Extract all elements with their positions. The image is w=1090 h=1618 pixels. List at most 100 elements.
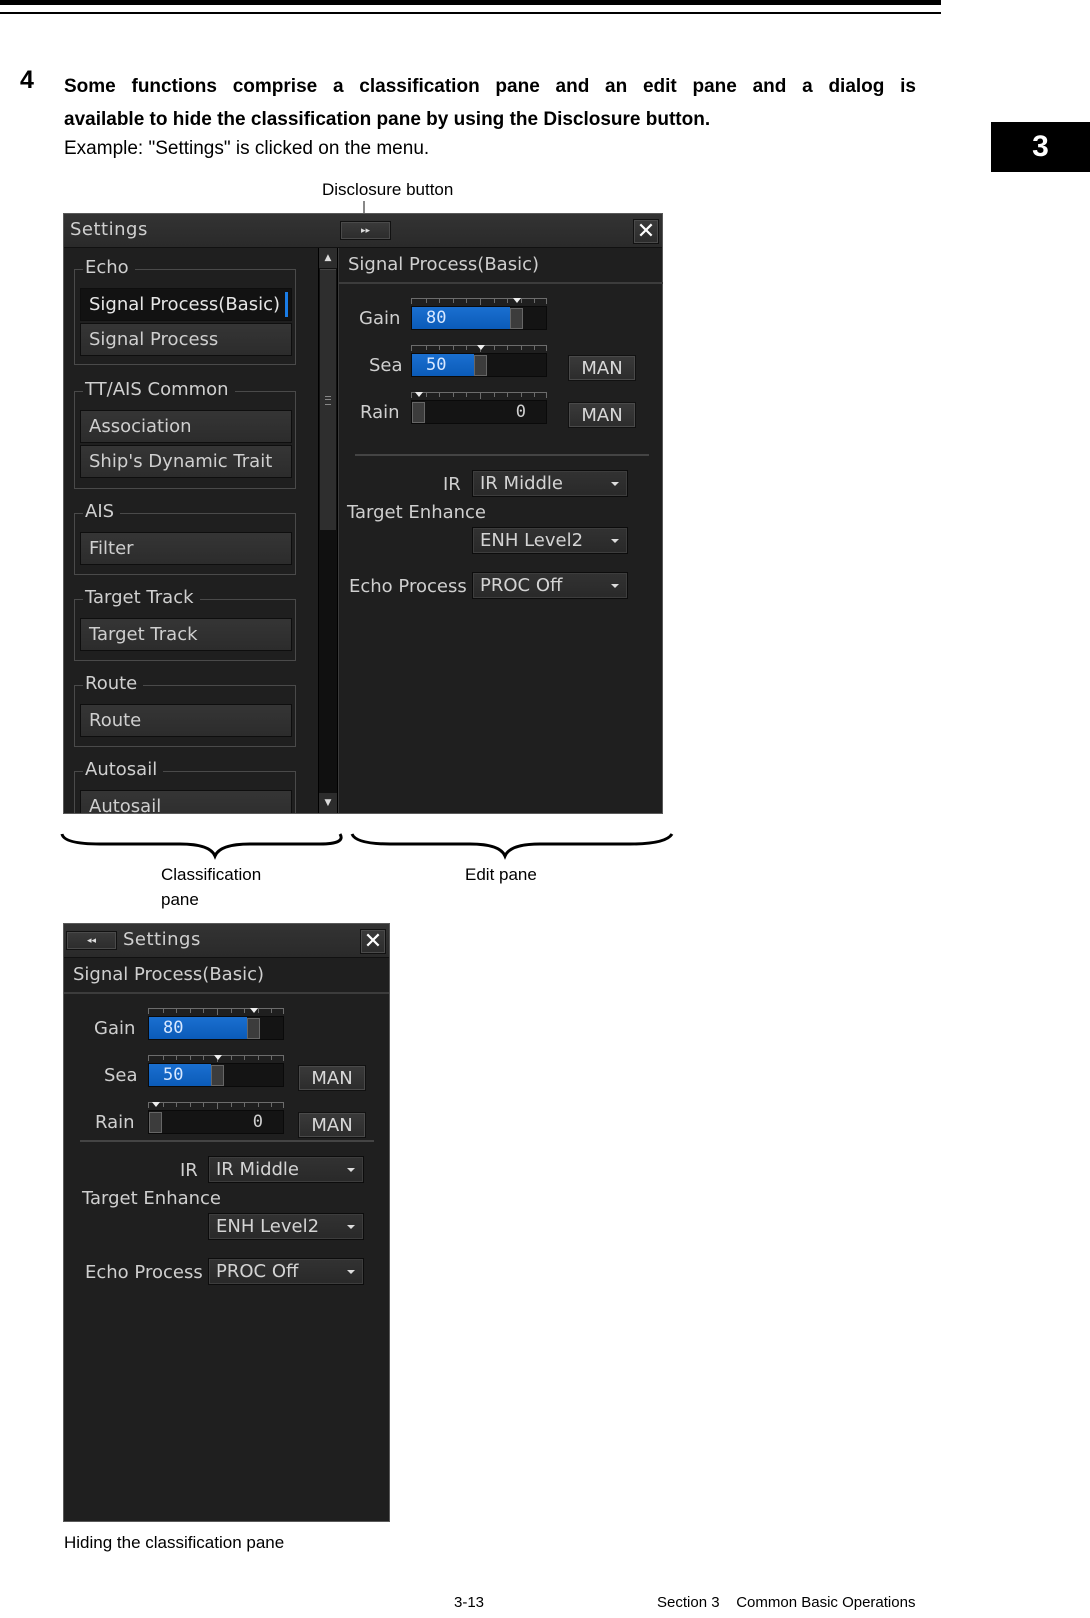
slider-marker-icon (213, 1055, 222, 1060)
disclosure-button[interactable]: ◂◂ (66, 931, 117, 950)
footer-page-number: 3-13 (454, 1594, 485, 1611)
rain-slider[interactable]: 0 (148, 1102, 284, 1134)
step-text-line2: available to hide the classification pan… (64, 109, 711, 130)
header-rule-thick (0, 0, 941, 5)
slider-tick (176, 1009, 177, 1013)
slider-thumb[interactable] (149, 1112, 162, 1133)
label-classification-line2: pane (161, 890, 199, 909)
slider-track[interactable]: 0 (411, 400, 547, 424)
slider-tick (507, 299, 508, 303)
slider-tick (244, 1009, 245, 1013)
classification-item-autosail[interactable]: Autosail (80, 790, 292, 813)
title-bar[interactable]: ◂◂ Settings ✕ (64, 924, 389, 958)
slider-track[interactable]: 50 (148, 1063, 284, 1087)
target-enhance-dropdown[interactable]: ENH Level2 (472, 527, 628, 554)
slider-tick (231, 1056, 232, 1060)
slider-scale (148, 1055, 284, 1062)
chevron-down-icon (611, 482, 619, 486)
slider-tick (271, 1009, 272, 1013)
dialog-title: Settings (70, 219, 148, 240)
gain-slider[interactable]: 80 (148, 1008, 284, 1040)
slider-tick (271, 1056, 272, 1060)
slider-track[interactable]: 80 (411, 306, 547, 330)
slider-tick (163, 1056, 164, 1060)
group-label: Echo (83, 257, 135, 279)
ir-dropdown[interactable]: IR Middle (208, 1156, 364, 1183)
gain-slider[interactable]: 80 (411, 298, 547, 330)
chevron-down-icon (611, 584, 619, 588)
classification-item-filter[interactable]: Filter (80, 532, 292, 565)
slider-tick (190, 1009, 191, 1013)
slider-tick (466, 346, 467, 350)
classification-item-signal-process[interactable]: Signal Process (80, 323, 292, 356)
classification-item-route[interactable]: Route (80, 704, 292, 737)
slider-marker-icon (414, 392, 423, 397)
slider-tick (231, 1009, 232, 1013)
slider-track[interactable]: 50 (411, 353, 547, 377)
sea-slider[interactable]: 50 (411, 345, 547, 377)
classification-item-target-track[interactable]: Target Track (80, 618, 292, 651)
slider-tick (190, 1103, 191, 1107)
echo-process-label: Echo Process (85, 1262, 203, 1283)
chapter-tab: 3 (991, 122, 1090, 172)
scroll-up-button[interactable]: ▲ (319, 248, 337, 268)
slider-value: 50 (426, 355, 447, 375)
ir-label: IR (180, 1160, 198, 1181)
classification-brace (60, 833, 343, 860)
slider-tick (466, 299, 467, 303)
sea-man-button[interactable]: MAN (298, 1065, 366, 1091)
slider-thumb[interactable] (412, 402, 425, 423)
slider-tick (534, 299, 535, 303)
slider-tick (426, 299, 427, 303)
slider-thumb[interactable] (510, 308, 523, 329)
slider-value: 0 (252, 1112, 263, 1132)
group-target-track: Target Track Target Track (74, 587, 296, 661)
example-text: Example: "Settings" is clicked on the me… (64, 138, 430, 159)
sea-label: Sea (369, 355, 403, 376)
caption-hidden-pane: Hiding the classification pane (64, 1533, 285, 1552)
slider-tick (494, 299, 495, 303)
slider-tick (439, 393, 440, 397)
rain-man-button[interactable]: MAN (298, 1112, 366, 1138)
separator (80, 1140, 374, 1142)
echo-process-dropdown[interactable]: PROC Off (472, 572, 628, 599)
classification-item-signal-process-basic[interactable]: Signal Process(Basic) (80, 288, 292, 321)
scroll-thumb[interactable] (320, 269, 336, 530)
group-label: TT/AIS Common (83, 379, 235, 401)
echo-process-dropdown[interactable]: PROC Off (208, 1258, 364, 1285)
sea-man-button[interactable]: MAN (568, 355, 636, 381)
slider-track[interactable]: 80 (148, 1016, 284, 1040)
group-label: Route (83, 673, 144, 695)
chevron-down-icon (347, 1168, 355, 1172)
disclosure-button[interactable]: ▸▸ (340, 221, 391, 240)
slider-tick (521, 299, 522, 303)
target-enhance-dropdown[interactable]: ENH Level2 (208, 1213, 364, 1240)
title-bar[interactable]: Settings ▸▸ ✕ (64, 214, 662, 248)
footer-section: Section 3 Common Basic Operations (657, 1594, 916, 1611)
slider-tick (521, 393, 522, 397)
sea-slider[interactable]: 50 (148, 1055, 284, 1087)
separator (355, 454, 649, 456)
slider-value: 50 (163, 1065, 184, 1085)
slider-tick (453, 346, 454, 350)
ir-dropdown[interactable]: IR Middle (472, 470, 628, 497)
slider-scale (411, 345, 547, 352)
close-button[interactable]: ✕ (633, 219, 659, 244)
classification-item-association[interactable]: Association (80, 410, 292, 443)
gain-label: Gain (359, 308, 401, 329)
close-icon: ✕ (636, 219, 656, 244)
slider-track[interactable]: 0 (148, 1110, 284, 1134)
double-chevron-left-icon: ◂◂ (86, 935, 97, 946)
rain-man-button[interactable]: MAN (568, 402, 636, 428)
classification-item-ships-dynamic-trait[interactable]: Ship's Dynamic Trait (80, 445, 292, 478)
rain-slider[interactable]: 0 (411, 392, 547, 424)
chevron-down-icon (611, 539, 619, 543)
slider-thumb[interactable] (474, 355, 487, 376)
slider-thumb[interactable] (247, 1018, 260, 1039)
slider-value: 0 (515, 402, 526, 422)
scroll-down-button[interactable]: ▼ (319, 793, 337, 813)
close-button[interactable]: ✕ (360, 929, 386, 954)
classification-scrollbar[interactable]: ▲ ▼ (318, 248, 338, 813)
slider-thumb[interactable] (211, 1065, 224, 1086)
slider-tick (534, 393, 535, 397)
